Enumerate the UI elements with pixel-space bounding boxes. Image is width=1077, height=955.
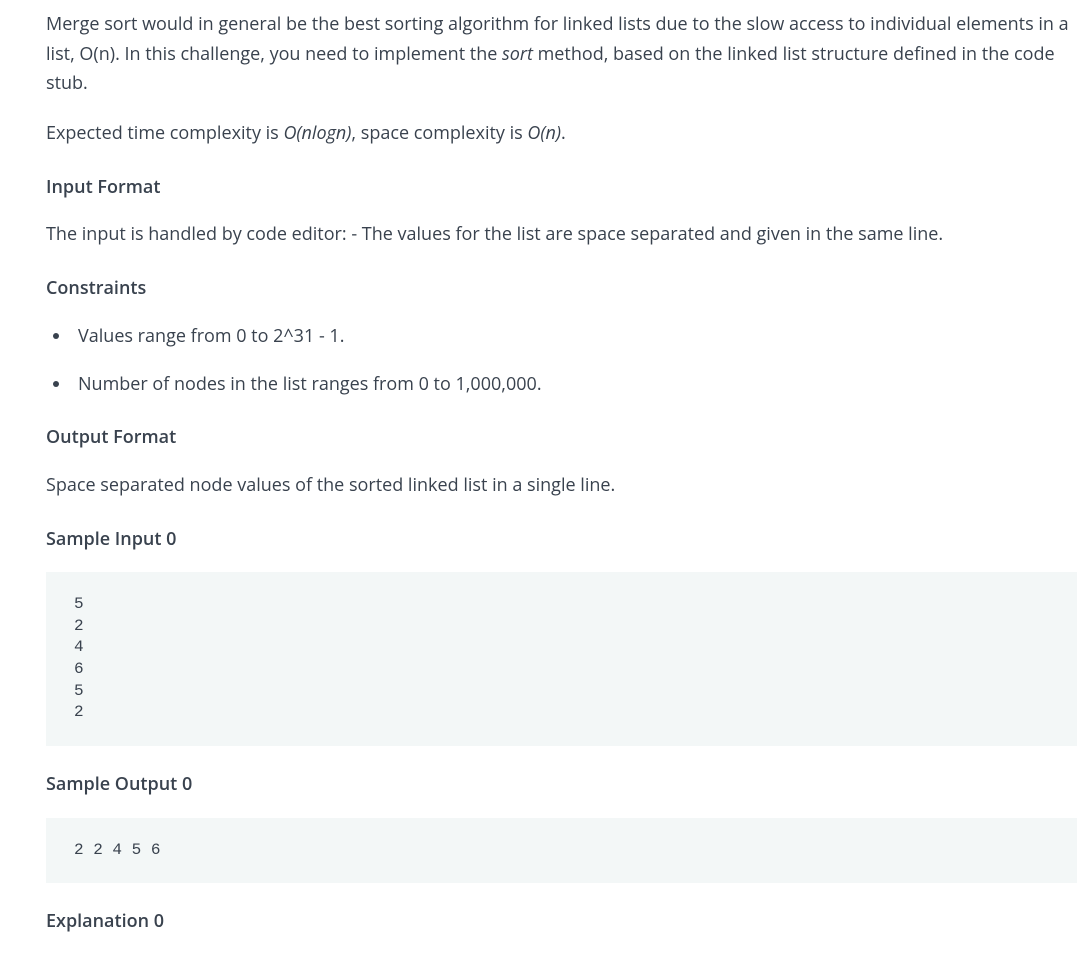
heading-constraints: Constraints [46, 274, 1077, 304]
heading-sample-output-0: Sample Output 0 [46, 770, 1077, 800]
intro-em-sort: sort [502, 42, 533, 66]
complexity-text-c: . [561, 121, 566, 145]
complexity-em-time: O(nlogn) [283, 121, 351, 145]
heading-explanation-0: Explanation 0 [46, 907, 1077, 937]
complexity-text-a: Expected time complexity is [46, 121, 283, 145]
constraint-item-2: Number of nodes in the list ranges from … [72, 370, 1077, 400]
constraint-item-1: Values range from 0 to 2^31 - 1. [72, 322, 1077, 352]
heading-input-format: Input Format [46, 173, 1077, 203]
heading-output-format: Output Format [46, 423, 1077, 453]
sample-output-0-code: 2 2 4 5 6 [46, 818, 1077, 884]
input-format-text: The input is handled by code editor: - T… [46, 220, 1077, 250]
complexity-em-space: O(n) [527, 121, 561, 145]
sample-input-0-code: 5 2 4 6 5 2 [46, 572, 1077, 746]
complexity-text-b: , space complexity is [351, 121, 527, 145]
constraints-list: Values range from 0 to 2^31 - 1. Number … [46, 322, 1077, 399]
intro-paragraph-2: Expected time complexity is O(nlogn), sp… [46, 119, 1077, 149]
heading-sample-input-0: Sample Input 0 [46, 525, 1077, 555]
intro-paragraph-1: Merge sort would in general be the best … [46, 10, 1077, 99]
output-format-text: Space separated node values of the sorte… [46, 471, 1077, 501]
